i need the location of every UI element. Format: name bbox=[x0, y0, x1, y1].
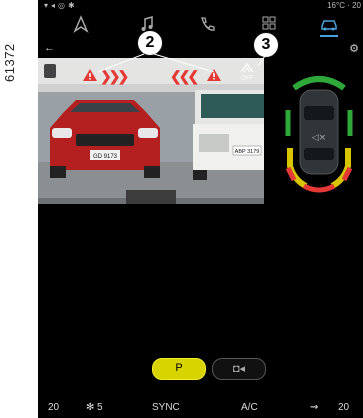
callout-3: 3 bbox=[253, 32, 279, 58]
top-navigation bbox=[38, 12, 363, 37]
phone-icon[interactable] bbox=[196, 14, 218, 34]
apps-icon[interactable] bbox=[258, 14, 280, 34]
status-bar: ▾◂◎✱ 16°C · 20 bbox=[38, 0, 363, 12]
chevrons-right-icon: ❯❯❯ bbox=[100, 68, 129, 84]
cross-traffic-off-icon[interactable]: OFF bbox=[238, 62, 256, 82]
overhead-car-view: ◁× bbox=[285, 76, 353, 193]
callout-2: 2 bbox=[137, 30, 163, 56]
car-icon[interactable] bbox=[318, 14, 340, 37]
parking-assist-button[interactable]: P bbox=[152, 358, 206, 380]
off-label: OFF bbox=[241, 76, 253, 82]
sensor-indicator bbox=[44, 64, 56, 78]
airflow-icon[interactable]: ⇝ bbox=[310, 402, 318, 413]
red-car-image: GD 9173 bbox=[50, 100, 160, 178]
mute-icon: ◁× bbox=[312, 133, 326, 143]
fan-speed[interactable]: 5 bbox=[97, 402, 103, 413]
sync-button[interactable]: SYNC bbox=[152, 402, 180, 413]
sub-bar: ← ⚙ bbox=[38, 40, 363, 58]
back-arrow-icon[interactable]: ← bbox=[44, 42, 55, 54]
rear-camera-view: GD 9173 ABP 3179 ❯❯❯ ❮❮❮ OFF bbox=[38, 58, 264, 204]
parking-assist-icon: P bbox=[175, 362, 183, 374]
navigation-icon[interactable] bbox=[70, 14, 92, 34]
right-temperature[interactable]: 20 bbox=[338, 402, 349, 413]
status-temperature: 16°C · 20 bbox=[327, 1, 361, 10]
fan-icon: ✻ bbox=[86, 402, 95, 413]
white-car-image: ABP 3179 bbox=[193, 90, 264, 180]
left-temperature[interactable]: 20 bbox=[48, 402, 59, 413]
settings-gear-icon[interactable]: ⚙ bbox=[349, 42, 359, 55]
camera-view-button[interactable]: ◘◂ bbox=[212, 358, 266, 380]
warning-triangle-left-icon bbox=[83, 69, 97, 81]
climate-bar: 20 ✻ 5 SYNC A/C ⇝ 20 bbox=[38, 394, 363, 418]
white-car-plate: ABP 3179 bbox=[235, 149, 260, 155]
ac-button[interactable]: A/C bbox=[241, 402, 258, 413]
view-mode-controls: P ◘◂ bbox=[152, 358, 272, 380]
camera-icon: ◘◂ bbox=[232, 363, 246, 375]
infotainment-screen: ▾◂◎✱ 16°C · 20 ← ⚙ GD 9173 ABP 3179 ❯❯❯ … bbox=[38, 0, 363, 418]
warning-triangle-right-icon bbox=[207, 69, 221, 81]
status-icons: ▾◂◎✱ bbox=[44, 1, 78, 10]
chevrons-left-icon: ❮❮❮ bbox=[170, 68, 199, 84]
red-car-plate: GD 9173 bbox=[93, 154, 118, 160]
figure-number: 61372 bbox=[2, 43, 17, 82]
